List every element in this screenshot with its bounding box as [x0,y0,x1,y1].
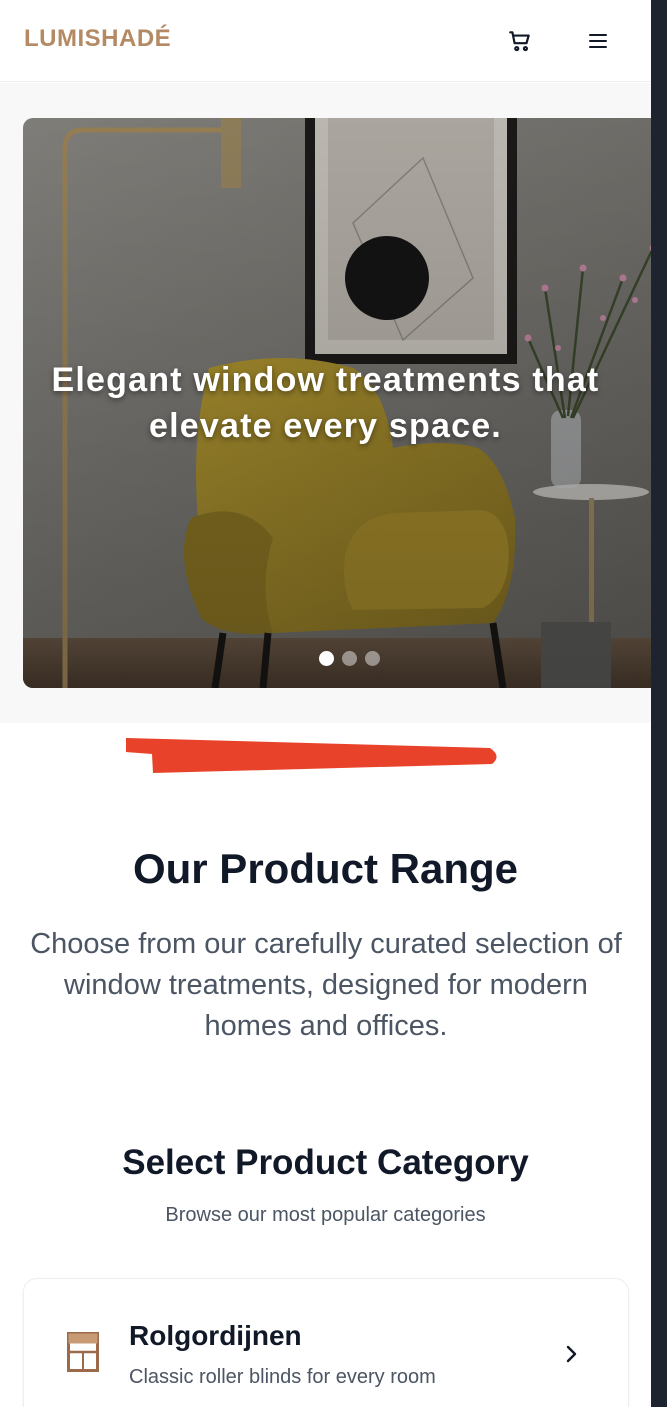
category-card-rolgordijnen[interactable]: Rolgordijnen Classic roller blinds for e… [23,1278,629,1407]
product-range-description: Choose from our carefully curated select… [30,928,622,1042]
window-blind-icon [67,1332,99,1377]
category-card-title: Rolgordijnen [129,1320,302,1351]
category-section-title: Select Product Category [122,1143,529,1182]
category-card-description: Classic roller blinds for every room [129,1366,436,1388]
red-annotation-stroke [126,738,497,773]
page: LUMISHADÉ Elegant window treatments that… [0,0,651,1407]
product-range-title: Our Product Range [132,845,519,892]
category-section-subtitle: Browse our most popular categories [165,1204,486,1226]
chevron-right-icon[interactable] [562,1344,580,1369]
